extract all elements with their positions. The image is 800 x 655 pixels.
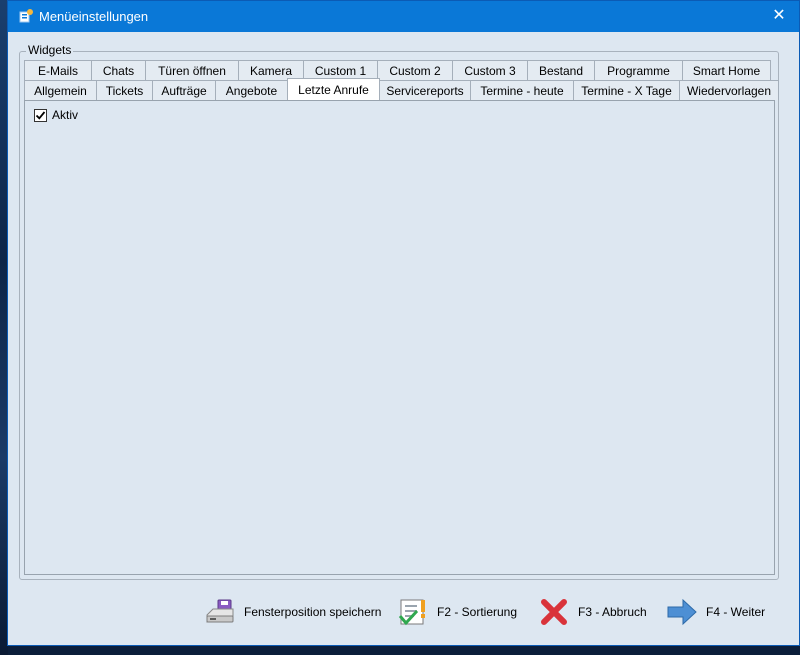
next-button[interactable]: F4 - Weiter <box>666 596 765 628</box>
tab-panel-letzte-anrufe: Aktiv <box>24 100 775 575</box>
tab-auftraege[interactable]: Aufträge <box>152 80 216 100</box>
next-label: F4 - Weiter <box>706 605 766 619</box>
tab-tueren-oeffnen[interactable]: Türen öffnen <box>145 60 239 80</box>
aktiv-label: Aktiv <box>52 108 79 122</box>
tab-servicereports[interactable]: Servicereports <box>379 80 471 100</box>
app-settings-icon <box>19 9 33 23</box>
tab-e-mails[interactable]: E-Mails <box>24 60 92 80</box>
tab-wiedervorlagen[interactable]: Wiedervorlagen <box>679 80 779 100</box>
aktiv-checkbox[interactable] <box>34 109 47 122</box>
tab-letzte-anrufe[interactable]: Letzte Anrufe <box>287 78 380 100</box>
widgets-group-label: Widgets <box>26 43 74 57</box>
tab-custom-2[interactable]: Custom 2 <box>377 60 453 80</box>
tab-termine-x-tage[interactable]: Termine - X Tage <box>573 80 680 100</box>
tab-termine-heute[interactable]: Termine - heute <box>470 80 574 100</box>
tab-kamera[interactable]: Kamera <box>238 60 304 80</box>
tab-allgemein[interactable]: Allgemein <box>24 80 97 100</box>
close-button[interactable]: ✕ <box>769 6 789 26</box>
cancel-label: F3 - Abbruch <box>578 605 647 619</box>
arrow-right-icon <box>667 598 697 626</box>
save-window-position-button[interactable]: Fensterposition speichern <box>204 596 381 628</box>
tab-chats[interactable]: Chats <box>91 60 146 80</box>
red-x-icon <box>541 599 567 625</box>
checkmark-icon <box>35 111 46 120</box>
tab-row-2: Allgemein Tickets Aufträge Angebote Letz… <box>24 78 779 100</box>
tab-programme[interactable]: Programme <box>594 60 683 80</box>
tab-angebote[interactable]: Angebote <box>215 80 288 100</box>
save-window-position-label: Fensterposition speichern <box>244 605 382 619</box>
tab-smart-home[interactable]: Smart Home <box>682 60 771 80</box>
sort-label: F2 - Sortierung <box>437 605 518 619</box>
cancel-button[interactable]: F3 - Abbruch <box>538 596 647 628</box>
disk-drive-icon <box>206 599 234 623</box>
tab-custom-1[interactable]: Custom 1 <box>303 60 378 80</box>
tab-tickets[interactable]: Tickets <box>96 80 153 100</box>
sort-button[interactable]: F2 - Sortierung <box>397 596 517 628</box>
window-title: Menüeinstellungen <box>39 9 149 24</box>
tab-bestand[interactable]: Bestand <box>527 60 595 80</box>
checklist-icon <box>398 599 425 626</box>
tab-row-1: E-Mails Chats Türen öffnen Kamera Custom… <box>24 60 771 80</box>
tab-custom-3[interactable]: Custom 3 <box>452 60 528 80</box>
title-bar: Menüeinstellungen ✕ <box>8 1 799 32</box>
